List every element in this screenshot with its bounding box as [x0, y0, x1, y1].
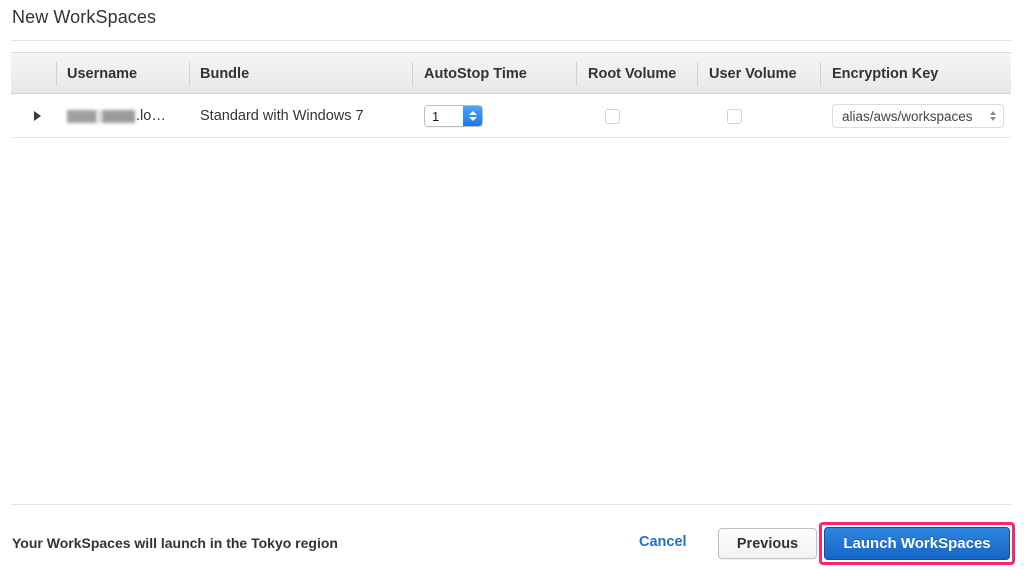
- column-divider: [189, 62, 190, 86]
- table-row: .lo… Standard with Windows 7 1 alias/aws…: [11, 94, 1011, 138]
- encryption-key-value: alias/aws/workspaces: [842, 108, 973, 124]
- column-header-autostop-time[interactable]: AutoStop Time: [424, 53, 527, 95]
- cancel-button[interactable]: Cancel: [639, 534, 687, 550]
- column-header-encryption-key[interactable]: Encryption Key: [832, 53, 938, 95]
- new-workspaces-page: New WorkSpaces Username Bundle AutoStop …: [0, 0, 1024, 569]
- column-divider: [412, 62, 413, 86]
- stepper-arrows-icon[interactable]: [463, 106, 482, 126]
- autostop-time-value[interactable]: 1: [425, 106, 463, 126]
- column-header-root-volume[interactable]: Root Volume: [588, 53, 676, 95]
- cell-root-volume: [605, 94, 620, 138]
- root-volume-checkbox[interactable]: [605, 108, 620, 124]
- column-divider: [820, 62, 821, 86]
- cell-bundle: Standard with Windows 7: [200, 108, 364, 124]
- chevron-up-icon[interactable]: [468, 111, 477, 115]
- column-divider: [576, 62, 577, 86]
- user-volume-checkbox[interactable]: [727, 108, 742, 124]
- column-header-bundle[interactable]: Bundle: [200, 53, 249, 95]
- previous-button[interactable]: Previous: [718, 528, 817, 559]
- redacted-block: [102, 109, 135, 123]
- page-title: New WorkSpaces: [12, 7, 157, 27]
- triangle-right-icon[interactable]: [29, 108, 45, 124]
- cell-username: .lo…: [67, 94, 166, 138]
- column-header-username[interactable]: Username: [67, 53, 137, 95]
- column-header-user-volume[interactable]: User Volume: [709, 53, 797, 95]
- username-suffix: .lo…: [136, 108, 166, 124]
- title-divider: [11, 40, 1011, 41]
- column-divider: [56, 62, 57, 86]
- workspaces-table: Username Bundle AutoStop Time Root Volum…: [11, 52, 1011, 138]
- chevron-up-icon: [990, 111, 996, 115]
- footer-divider: [11, 504, 1011, 505]
- launch-workspaces-button[interactable]: Launch WorkSpaces: [824, 527, 1010, 560]
- cell-autostop-time: 1: [424, 94, 483, 138]
- autostop-time-stepper[interactable]: 1: [424, 105, 483, 127]
- select-arrows-icon: [990, 111, 996, 121]
- region-note: Your WorkSpaces will launch in the Tokyo…: [12, 535, 338, 551]
- chevron-down-icon: [990, 117, 996, 121]
- encryption-key-select[interactable]: alias/aws/workspaces: [832, 104, 1004, 128]
- cell-user-volume: [727, 94, 742, 138]
- chevron-down-icon[interactable]: [468, 117, 477, 121]
- cell-encryption-key: alias/aws/workspaces: [832, 94, 1004, 138]
- table-header-row: Username Bundle AutoStop Time Root Volum…: [11, 52, 1011, 94]
- redacted-block: [67, 109, 97, 123]
- column-divider: [697, 62, 698, 86]
